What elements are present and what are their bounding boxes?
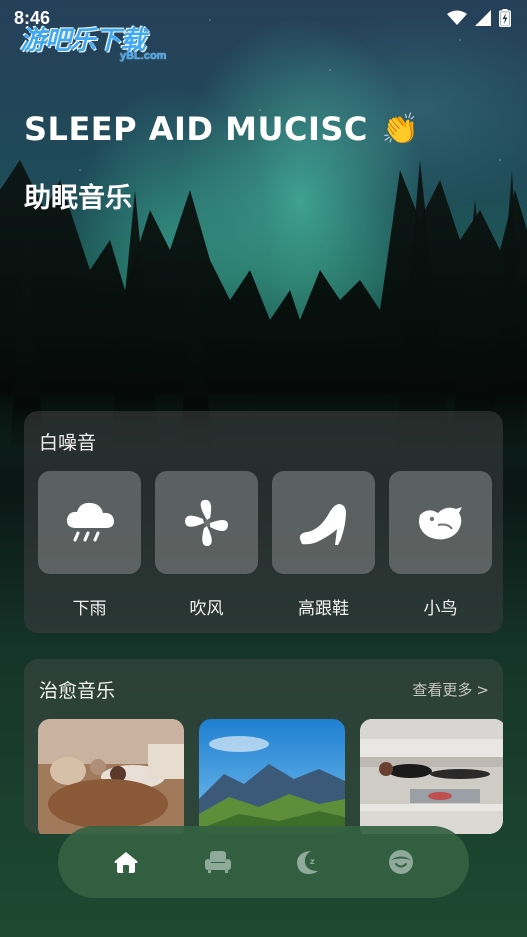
white-noise-section: 白噪音 下雨 吹风 高跟鞋 小鸟: [24, 411, 503, 633]
page-subtitle: 助眠音乐: [24, 183, 132, 214]
nav-profile[interactable]: [378, 839, 424, 885]
rain-cloud-icon: [66, 502, 114, 541]
noise-item-wind[interactable]: 吹风: [155, 471, 258, 619]
healing-music-section: 治愈音乐 查看更多 >: [24, 659, 503, 834]
high-heel-icon: [299, 503, 346, 545]
noise-item-bird[interactable]: 小鸟: [389, 471, 492, 619]
healing-music-title: 治愈音乐: [39, 680, 116, 702]
svg-text:z: z: [310, 857, 315, 866]
clapping-hands-emoji: 👏: [381, 111, 420, 147]
white-noise-title: 白噪音: [39, 432, 97, 454]
chevron-right-icon: >: [476, 680, 489, 699]
noise-tile[interactable]: [38, 471, 141, 574]
noise-label: 小鸟: [423, 599, 458, 619]
home-icon: [114, 852, 138, 873]
status-time: 8:46: [14, 7, 51, 28]
wifi-icon: [447, 10, 467, 25]
page-title: SLEEP AID MUCISC 👏: [24, 110, 420, 148]
noise-label: 吹风: [189, 599, 224, 619]
sleeping-girl-bed-photo: [38, 719, 184, 834]
watermark-subtitle: yBL.com: [120, 50, 167, 62]
fan-icon: [184, 499, 228, 546]
bottom-navigation: z: [58, 826, 469, 898]
view-more-link[interactable]: 查看更多 >: [412, 679, 489, 700]
noise-item-heels[interactable]: 高跟鞋: [272, 471, 375, 619]
nav-sleep[interactable]: z: [286, 839, 332, 885]
sofa-icon: [204, 851, 231, 873]
status-bar: 8:46: [0, 0, 527, 36]
bird-icon: [418, 506, 462, 539]
page-title-text: SLEEP AID MUCISC: [24, 110, 368, 148]
view-more-label: 查看更多: [412, 681, 473, 699]
sleep-face-icon: [389, 850, 414, 874]
noise-tile[interactable]: [155, 471, 258, 574]
moon-icon: z: [297, 851, 319, 874]
noise-label: 高跟鞋: [298, 599, 349, 619]
noise-tile[interactable]: [389, 471, 492, 574]
nav-home[interactable]: [103, 839, 149, 885]
woman-on-sofa-photo: [360, 719, 503, 834]
nav-relax[interactable]: [195, 839, 241, 885]
noise-label: 下雨: [72, 599, 107, 619]
signal-icon: [475, 10, 491, 26]
noise-item-rain[interactable]: 下雨: [38, 471, 141, 619]
music-thumbnail-sleeping-girl[interactable]: [38, 719, 184, 834]
mountain-landscape-photo: [199, 719, 345, 834]
battery-charging-icon: [499, 9, 511, 27]
music-thumbnail-mountains[interactable]: [199, 719, 345, 834]
noise-tile[interactable]: [272, 471, 375, 574]
music-thumbnail-sofa[interactable]: [360, 719, 503, 834]
